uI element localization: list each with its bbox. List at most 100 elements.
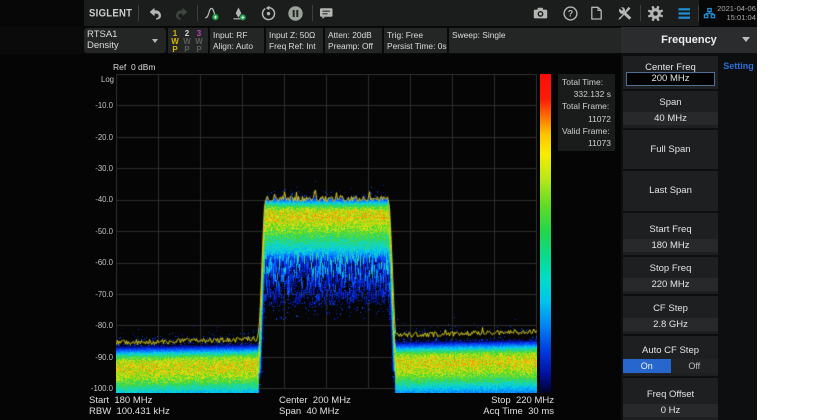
panel-button-center-freq[interactable]: Center Freq200 MHz [623, 56, 718, 89]
tools-icon[interactable] [616, 5, 633, 22]
panel-button-last-span[interactable]: Last Span [623, 171, 718, 211]
y-axis-label: -90.0 [73, 353, 113, 362]
time-text: 15:01:04 [710, 13, 756, 23]
annotation-line: Start 180 MHz [89, 395, 170, 406]
status-line1: Input: RF [213, 30, 264, 41]
button-value: 40 MHz [623, 112, 718, 125]
start-freq-annotation: Start 180 MHz RBW 100.431 kHz [89, 395, 170, 417]
status-segment[interactable]: Input Z: 50ΩFreq Ref: Int [266, 28, 323, 53]
status-line2: Align: Auto [213, 41, 264, 52]
toolbar-separator [312, 5, 313, 21]
pause-icon[interactable] [287, 5, 304, 22]
date-text: 2021-04-06 [710, 4, 756, 14]
y-axis-label: -100.0 [73, 384, 113, 393]
toggle-on[interactable]: On [623, 359, 671, 373]
chevron-down-icon [742, 37, 750, 42]
button-label: CF Step [623, 303, 718, 314]
analyzer-app: SIGLENT ? 2021-04-06 15:01:04 RTSA1 Dens… [0, 0, 757, 420]
info-label: Valid Frame: [562, 125, 611, 137]
y-axis-label: -60.0 [73, 258, 113, 267]
undo-icon[interactable] [146, 5, 163, 22]
y-axis-label: -40.0 [73, 195, 113, 204]
annotation-line: Stop 220 MHz [454, 395, 554, 406]
button-label: Freq Offset [623, 389, 718, 400]
info-label: Total Time: [562, 76, 611, 88]
button-label: Stop Freq [623, 263, 718, 274]
scale-type-label: Log [74, 75, 114, 84]
siglent-logo: SIGLENT [89, 7, 132, 20]
spectrum-density-display[interactable] [116, 74, 537, 393]
settings-gear-icon[interactable] [647, 5, 664, 22]
y-axis-label: -80.0 [73, 321, 113, 330]
file-icon[interactable] [588, 5, 605, 22]
stop-freq-annotation: Stop 220 MHz Acq Time 30 ms [454, 395, 554, 417]
restart-icon[interactable] [260, 5, 277, 22]
acquisition-info-box: Total Time:332.132 sTotal Frame:11072Val… [558, 74, 615, 151]
panel-button-full-span[interactable]: Full Span [623, 130, 718, 169]
mode-selector[interactable]: RTSA1 Density [84, 28, 166, 53]
panel-title[interactable]: Frequency [621, 27, 757, 53]
status-bar: RTSA1 Density 1WP2WP3WP Input: RFAlign: … [0, 27, 621, 54]
peak-search-icon[interactable] [204, 5, 221, 22]
toolbar-separator [197, 5, 198, 21]
status-segment[interactable]: Trig: FreePersist Time: 0s [384, 28, 447, 53]
button-value: 2.8 GHz [623, 318, 718, 331]
trace-detector: P [181, 46, 193, 54]
annotation-line: RBW 100.431 kHz [89, 406, 170, 417]
panel-button-start-freq[interactable]: Start Freq180 MHz [623, 213, 718, 255]
button-label: Full Span [623, 144, 718, 155]
status-line2: Preamp: Off [328, 41, 382, 52]
y-axis-label: -20.0 [73, 133, 113, 142]
button-value: 200 MHz [626, 72, 715, 86]
info-label: Total Frame: [562, 100, 611, 112]
toolbar-separator [138, 5, 139, 21]
status-segment[interactable]: Input: RFAlign: Auto [210, 28, 264, 53]
panel-button-span[interactable]: Span 40 MHz [623, 91, 718, 128]
button-value: 180 MHz [623, 239, 718, 252]
panel-button-auto-cf-step[interactable]: Auto CF StepOnOff [623, 336, 718, 376]
help-icon[interactable]: ? [562, 5, 579, 22]
button-value: 0 Hz [623, 404, 718, 417]
datetime-display: 2021-04-06 15:01:04 [710, 4, 756, 24]
y-axis-label: -10.0 [73, 101, 113, 110]
toolbar-separator [698, 5, 699, 21]
screenshot-icon[interactable] [532, 5, 549, 22]
status-segment[interactable]: Sweep: Single [449, 28, 621, 53]
status-line1: Input Z: 50Ω [269, 30, 323, 41]
annotation-line: Acq Time 30 ms [454, 406, 554, 417]
trace-indicator-3[interactable]: 3WP [193, 30, 205, 53]
trace-detector: P [193, 46, 205, 54]
panel-button-cf-step[interactable]: CF Step 2.8 GHz [623, 296, 718, 334]
annotation-line: Center 200 MHz [279, 395, 351, 406]
button-value: 220 MHz [623, 278, 718, 291]
trace-detector: P [169, 46, 181, 54]
status-line2: Freq Ref: Int [269, 41, 323, 52]
trace-indicator-2[interactable]: 2WP [181, 30, 193, 53]
status-line1: Sweep: Single [452, 30, 621, 41]
tab-setting[interactable]: Setting [720, 61, 757, 71]
status-segment[interactable]: Atten: 20dBPreamp: Off [325, 28, 382, 53]
info-value: 11073 [562, 137, 611, 149]
status-line2: Persist Time: 0s [387, 41, 447, 52]
menu-list-icon[interactable] [676, 5, 693, 22]
status-line1: Trig: Free [387, 30, 447, 41]
y-axis-label: -70.0 [73, 290, 113, 299]
annotation-icon[interactable] [318, 5, 335, 22]
button-label: Span [623, 97, 718, 108]
button-label: Last Span [623, 185, 718, 196]
info-value: 11072 [562, 113, 611, 125]
density-colorbar [540, 74, 551, 393]
chevron-down-icon [152, 39, 158, 43]
panel-button-stop-freq[interactable]: Stop Freq 220 MHz [623, 257, 718, 294]
marker-peak-icon[interactable] [231, 5, 248, 22]
auto-cf-toggle[interactable]: OnOff [623, 359, 718, 373]
frequency-menu-panel: Frequency Setting Center Freq200 MHzSpan… [621, 27, 757, 420]
y-axis-label: -50.0 [73, 227, 113, 236]
trace-indicator-1[interactable]: 1WP [169, 30, 181, 53]
status-line1: Atten: 20dB [328, 30, 382, 41]
toggle-off[interactable]: Off [671, 359, 719, 373]
trace-table[interactable]: 1WP2WP3WP [168, 28, 208, 53]
panel-button-freq-offset[interactable]: Freq Offset 0 Hz [623, 378, 718, 420]
svg-text:?: ? [568, 9, 574, 19]
y-axis-label: -30.0 [73, 164, 113, 173]
